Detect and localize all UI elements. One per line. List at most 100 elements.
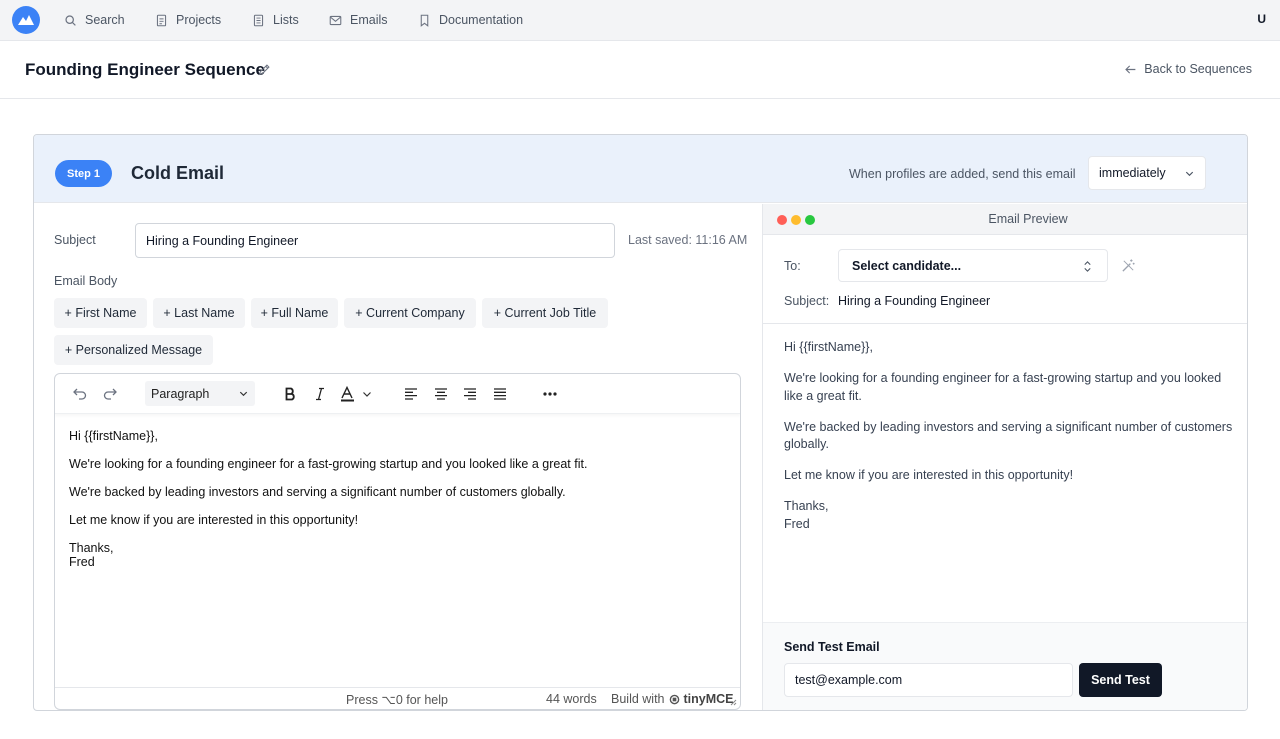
align-left-button[interactable] [402,385,420,403]
bookmark-icon [420,14,429,27]
more-options-button[interactable] [541,385,559,403]
page-title: Founding Engineer Sequence [25,60,265,79]
insert-personalized-message-button[interactable]: + Personalized Message [54,335,213,365]
insert-full-name-button[interactable]: + Full Name [251,298,338,328]
back-to-sequences-link[interactable]: Back to Sequences [1124,62,1252,76]
preview-paragraph: Let me know if you are interested in thi… [784,468,1074,482]
nav-label: Lists [273,13,299,27]
redo-button[interactable] [101,385,119,403]
align-right-icon [464,388,476,400]
nav-label: Projects [176,13,222,27]
bold-button[interactable] [281,385,299,403]
redo-icon [103,388,117,400]
text-color-button[interactable] [339,385,373,403]
preview-paragraph: We're looking for a founding engineer fo… [784,371,1222,403]
test-email-value: test@example.com [795,673,903,687]
nav-item-documentation[interactable]: Documentation [418,0,523,40]
preview-paragraph: We're backed by leading investors and se… [784,419,1233,452]
edit-title-icon[interactable] [258,63,271,76]
candidate-placeholder: Select candidate... [852,258,962,273]
insert-last-name-button[interactable]: + Last Name [153,298,245,328]
preview-signoff: Thanks, [784,499,829,513]
step-card: Step 1 Cold Email When profiles are adde… [33,134,1248,711]
list-icon [253,14,264,26]
chevron-updown-icon [1084,261,1091,272]
test-email-input[interactable]: test@example.com [784,663,1073,697]
resize-handle-icon[interactable] [729,698,737,706]
body-paragraph: We're backed by leading investors and se… [69,485,566,499]
chevron-down-icon [239,391,248,397]
word-count[interactable]: 44 words [546,692,597,706]
back-label: Back to Sequences [1144,62,1252,76]
preview-body: Hi {{firstName}}, We're looking for a fo… [784,339,1234,533]
rich-text-editor: Paragraph Hi {{firstName}}, We're lookin… [54,373,741,710]
body-paragraph: We're looking for a founding engineer fo… [69,457,588,471]
nav-item-search[interactable]: Search [64,0,125,40]
nav-item-emails[interactable]: Emails [329,0,388,40]
send-timing-value: immediately [1099,166,1166,180]
editor-content[interactable]: Hi {{firstName}}, We're looking for a fo… [69,429,729,569]
chevron-down-icon [1185,171,1194,177]
preview-subject-label: Subject: [784,294,830,308]
tinymce-logo-icon [669,694,679,704]
document-icon [156,14,167,26]
page-header: Founding Engineer Sequence Back to Seque… [0,41,1280,99]
step-badge: Step 1 [55,160,112,187]
logo-icon[interactable] [12,6,40,34]
subject-label: Subject [54,233,96,247]
candidate-select[interactable]: Select candidate... [838,249,1108,282]
editor-toolbar: Paragraph [55,374,740,414]
tinymce-brand: tinyMCE [683,692,734,706]
step-title: Cold Email [131,163,225,183]
preview-window-bar: Email Preview [763,204,1247,235]
align-center-button[interactable] [432,385,450,403]
more-icon [543,392,557,396]
email-preview-panel: Email Preview To: Select candidate... Su… [762,204,1247,710]
preview-signature: Fred [784,516,810,531]
top-nav: Search Projects Lists Emails Documentati… [0,0,1280,41]
bold-icon [285,387,295,401]
to-label: To: [784,259,801,273]
step-header: Step 1 Cold Email When profiles are adde… [34,135,1247,203]
nav-item-projects[interactable]: Projects [155,0,221,40]
send-test-label: Send Test Email [784,640,880,654]
preview-subject-value: Hiring a Founding Engineer [838,294,991,308]
insert-first-name-button[interactable]: + First Name [54,298,147,328]
divider [763,323,1247,324]
arrow-left-icon [1125,64,1136,74]
help-hint: Press ⌥0 for help [346,693,448,707]
send-timing-label: When profiles are added, send this email [849,167,1076,181]
send-test-section: Send Test Email test@example.com Send Te… [763,622,1247,710]
build-with-brand[interactable]: Build with tinyMCE [611,692,734,706]
undo-button[interactable] [71,385,89,403]
send-test-button[interactable]: Send Test [1079,663,1162,697]
subject-input[interactable]: Hiring a Founding Engineer [135,223,615,258]
nav-label: Emails [350,13,388,27]
magic-wand-icon[interactable] [1121,258,1136,273]
insert-current-job-title-button[interactable]: + Current Job Title [482,298,608,328]
preview-greeting: Hi {{firstName}}, [784,340,873,354]
editor-statusbar: Press ⌥0 for help 44 words Build with ti… [55,687,740,709]
build-with-label: Build with [611,692,665,706]
italic-icon [316,387,324,401]
align-justify-icon [494,388,506,400]
mail-icon [329,15,342,25]
align-right-button[interactable] [461,385,479,403]
user-avatar[interactable]: U [1257,12,1266,26]
insert-current-company-button[interactable]: + Current Company [344,298,476,328]
search-icon [65,14,76,26]
justify-button[interactable] [491,385,509,403]
nav-item-lists[interactable]: Lists [252,0,299,40]
email-body-label: Email Body [54,274,118,288]
align-center-icon [435,388,447,400]
italic-button[interactable] [311,385,329,403]
text-color-icon [341,386,371,402]
preview-title: Email Preview [988,212,1068,226]
body-signoff: Thanks, [69,541,114,555]
block-format-select[interactable]: Paragraph [145,381,255,406]
undo-icon [73,388,87,400]
block-format-value: Paragraph [151,386,210,401]
send-timing-select[interactable]: immediately [1088,156,1206,190]
body-greeting: Hi {{firstName}}, [69,429,158,443]
last-saved-text: Last saved: 11:16 AM [628,233,748,247]
